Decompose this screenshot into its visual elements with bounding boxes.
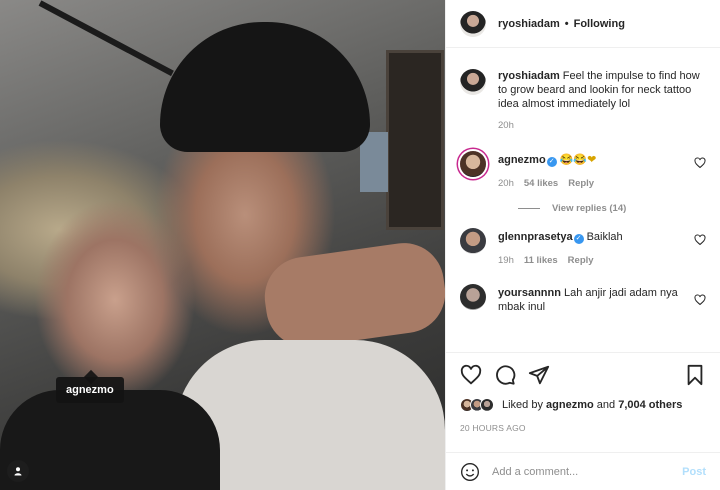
share-icon[interactable] xyxy=(528,364,550,386)
header-separator: • xyxy=(564,17,569,30)
comment-text: Baiklah xyxy=(586,231,623,243)
photo-beanie xyxy=(160,22,370,152)
post-side-panel: ryoshiadam • Following ryoshiadam Feel th… xyxy=(445,0,720,490)
comment-likes[interactable]: 11 likes xyxy=(524,255,558,266)
post-actions-section: Liked by agnezmo and 7,004 others 20 HOU… xyxy=(446,352,720,433)
caption: ryoshiadam Feel the impulse to find how t… xyxy=(460,69,706,133)
likes-summary: Liked by agnezmo and 7,004 others xyxy=(460,397,706,413)
emoji-icon[interactable] xyxy=(460,462,480,482)
comments-list[interactable]: ryoshiadam Feel the impulse to find how t… xyxy=(446,49,720,351)
photo-sleeve xyxy=(0,390,220,490)
user-tag-icon[interactable] xyxy=(7,460,29,482)
comment-likes[interactable]: 54 likes xyxy=(524,178,558,189)
view-replies-button[interactable]: View replies (14) xyxy=(518,203,706,214)
avatar[interactable] xyxy=(460,10,486,37)
avatar[interactable] xyxy=(460,284,486,310)
likes-and: and xyxy=(596,399,616,411)
reply-button[interactable]: Reply xyxy=(568,255,594,266)
avatar[interactable] xyxy=(480,398,494,412)
photo-lamp xyxy=(38,0,174,77)
verified-icon: ✓ xyxy=(573,234,584,244)
comment-username[interactable]: yoursannnn xyxy=(498,287,561,299)
photo-arm xyxy=(259,237,445,353)
post-photo[interactable]: agnezmo xyxy=(0,0,445,490)
comment-icon[interactable] xyxy=(494,364,516,386)
comment-username[interactable]: agnezmo xyxy=(498,154,546,166)
view-replies-line xyxy=(518,208,540,209)
reply-button[interactable]: Reply xyxy=(568,178,594,189)
action-bar xyxy=(460,353,706,397)
comment-input[interactable] xyxy=(492,465,683,478)
heart-icon[interactable] xyxy=(694,234,706,246)
bookmark-icon[interactable] xyxy=(684,364,706,386)
post-button[interactable]: Post xyxy=(682,466,706,478)
comment-item: yoursannnn Lah anjir jadi adam nya mbak i… xyxy=(460,284,706,314)
avatar[interactable] xyxy=(460,228,486,254)
heart-icon[interactable] xyxy=(694,294,706,306)
heart-icon[interactable] xyxy=(694,157,706,169)
heart-icon[interactable] xyxy=(460,364,482,386)
caption-meta: 20h xyxy=(498,119,706,133)
post-header: ryoshiadam • Following xyxy=(446,0,720,48)
photo-wall-frame xyxy=(386,50,444,230)
likes-prefix: Liked by xyxy=(502,399,543,411)
photo-user-tag[interactable]: agnezmo xyxy=(56,377,124,403)
caption-text-block: ryoshiadam Feel the impulse to find how t… xyxy=(498,69,703,111)
post-timestamp[interactable]: 20 HOURS AGO xyxy=(460,423,706,433)
comment-item: glennprasetya ✓ Baiklah 19h 11 likes Reply xyxy=(460,228,706,268)
verified-icon: ✓ xyxy=(546,157,557,167)
comment-time[interactable]: 19h xyxy=(498,255,514,266)
avatar[interactable] xyxy=(460,69,486,95)
comment-item: agnezmo ✓ 😂😂❤ 20h 54 likes Reply xyxy=(460,151,706,191)
comment-meta: 20h 54 likes Reply xyxy=(498,177,706,191)
likes-count[interactable]: 7,004 others xyxy=(618,399,682,411)
caption-time[interactable]: 20h xyxy=(498,120,514,131)
comment-text: 😂😂❤ xyxy=(559,154,597,166)
comment-meta: 19h 11 likes Reply xyxy=(498,254,706,268)
following-button[interactable]: Following xyxy=(574,18,625,30)
header-username[interactable]: ryoshiadam xyxy=(498,18,560,30)
avatar[interactable] xyxy=(460,151,486,177)
view-replies-label: View replies (14) xyxy=(552,203,627,214)
comment-time[interactable]: 20h xyxy=(498,178,514,189)
caption-username[interactable]: ryoshiadam xyxy=(498,70,560,82)
comment-username[interactable]: glennprasetya xyxy=(498,231,573,243)
likes-text[interactable]: Liked by agnezmo and 7,004 others xyxy=(502,399,682,411)
likes-user[interactable]: agnezmo xyxy=(546,399,594,411)
add-comment-bar: Post xyxy=(446,452,720,490)
